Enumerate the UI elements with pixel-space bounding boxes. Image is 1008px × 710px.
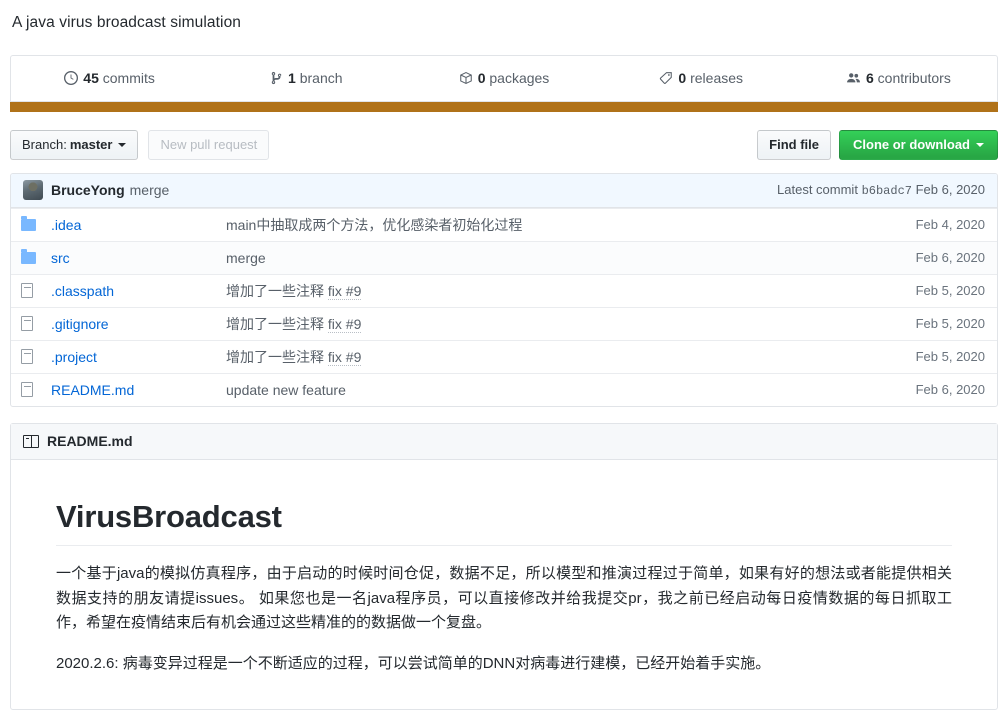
file-date: Feb 5, 2020 <box>915 283 985 299</box>
history-icon <box>64 70 79 88</box>
file-commit-message-text: update new feature <box>226 381 346 398</box>
stat-contributors-count: 6 <box>865 69 874 86</box>
table-row[interactable]: .classpath 增加了一些注释 fix #9 Feb 5, 2020 <box>11 273 997 307</box>
file-commit-message[interactable]: 增加了一些注释 fix #9 <box>226 281 865 301</box>
file-listing: BruceYong merge Latest commit b6badc7 Fe… <box>10 172 998 407</box>
issue-link[interactable]: fix #9 <box>327 348 362 366</box>
file-name[interactable]: src <box>51 250 226 266</box>
contributors-icon <box>846 71 861 88</box>
stat-packages-count: 0 <box>477 69 486 86</box>
table-row[interactable]: src merge Feb 6, 2020 <box>11 240 997 274</box>
file-commit-message[interactable]: 增加了一些注释 fix #9 <box>226 347 865 367</box>
table-row[interactable]: README.md update new feature Feb 6, 2020 <box>11 372 997 406</box>
stat-commits[interactable]: 45 commits <box>11 56 208 101</box>
readme-panel: README.md VirusBroadcast 一个基于java的模拟仿真程序… <box>10 422 998 710</box>
file-commit-message-text: merge <box>226 249 266 266</box>
readme-content: VirusBroadcast 一个基于java的模拟仿真程序，由于启动的时候时间… <box>11 460 997 709</box>
tag-icon <box>659 71 673 88</box>
file-commit-message-text: 增加了一些注释 <box>226 315 324 332</box>
commit-sha[interactable]: b6badc7 <box>862 184 912 198</box>
stat-releases-count: 0 <box>678 69 687 86</box>
language-bar <box>10 101 998 112</box>
repo-description: A java virus broadcast simulation <box>12 14 242 31</box>
stat-releases[interactable]: 0 releases <box>603 56 800 101</box>
find-file-button[interactable]: Find file <box>757 129 831 160</box>
stat-commits-count: 45 <box>83 69 99 86</box>
branch-name-label: master <box>69 137 113 153</box>
readme-header: README.md <box>11 423 997 460</box>
book-icon <box>23 434 39 448</box>
stat-releases-label: releases <box>690 69 744 86</box>
clone-or-download-label: Clone or download <box>853 137 970 153</box>
file-date: Feb 5, 2020 <box>915 316 985 332</box>
readme-paragraph-1: 一个基于java的模拟仿真程序，由于启动的时候时间仓促，数据不足，所以模型和推演… <box>56 565 952 632</box>
readme-paragraph-2: 2020.2.6: 病毒变异过程是一个不断适应的过程，可以尝试简单的DNN对病毒… <box>56 655 771 673</box>
stat-commits-label: commits <box>102 69 155 86</box>
file-commit-message[interactable]: 增加了一些注释 fix #9 <box>226 314 865 334</box>
file-date: Feb 6, 2020 <box>915 250 985 266</box>
language-segment-java[interactable] <box>10 101 998 112</box>
repo-stats-list: 45 commits 1 branch 0 packages 0 release… <box>11 56 997 101</box>
file-date: Feb 5, 2020 <box>915 349 985 365</box>
latest-commit-info: Latest commit b6badc7 Feb 6, 2020 <box>777 182 985 198</box>
stat-contributors-label: contributors <box>877 69 951 86</box>
file-date: Feb 4, 2020 <box>915 217 985 233</box>
commit-message[interactable]: merge <box>130 182 170 198</box>
file-date: Feb 6, 2020 <box>915 382 985 398</box>
stat-branches-label: branch <box>299 69 343 86</box>
repo-toolbar: Branch: master New pull request Find fil… <box>10 129 998 160</box>
table-row[interactable]: .project 增加了一些注释 fix #9 Feb 5, 2020 <box>11 339 997 373</box>
stat-branches-count: 1 <box>288 69 296 86</box>
file-name[interactable]: .project <box>51 349 226 365</box>
file-commit-message-text: main中抽取成两个方法，优化感染者初始化过程 <box>226 216 523 233</box>
file-icon <box>11 349 51 365</box>
file-commit-message[interactable]: update new feature <box>226 382 865 398</box>
issue-link[interactable]: fix #9 <box>327 315 362 333</box>
stat-contributors[interactable]: 6 contributors <box>800 56 997 101</box>
file-name[interactable]: .idea <box>51 217 226 233</box>
file-icon <box>11 382 51 398</box>
file-name[interactable]: README.md <box>51 382 226 398</box>
branch-prefix-label: Branch: <box>22 137 67 153</box>
folder-icon <box>11 215 51 231</box>
latest-commit-label: Latest commit <box>777 182 858 198</box>
readme-title: VirusBroadcast <box>56 498 952 547</box>
new-pull-request-button[interactable]: New pull request <box>148 129 270 160</box>
file-icon <box>11 316 51 332</box>
chevron-down-icon <box>118 142 127 147</box>
file-icon <box>11 283 51 299</box>
file-name[interactable]: .gitignore <box>51 316 226 332</box>
readme-header-label: README.md <box>47 433 133 450</box>
stat-packages[interactable]: 0 packages <box>405 56 602 101</box>
file-name[interactable]: .classpath <box>51 283 226 299</box>
commit-author[interactable]: BruceYong <box>51 182 125 198</box>
latest-commit-bar: BruceYong merge Latest commit b6badc7 Fe… <box>11 173 997 208</box>
repo-stats-bar: 45 commits 1 branch 0 packages 0 release… <box>10 54 998 102</box>
stat-packages-label: packages <box>489 69 550 86</box>
branch-icon <box>271 71 283 88</box>
file-commit-message[interactable]: main中抽取成两个方法，优化感染者初始化过程 <box>226 215 865 235</box>
stat-branches[interactable]: 1 branch <box>208 56 405 101</box>
avatar <box>23 180 43 201</box>
file-commit-message-text: 增加了一些注释 <box>226 282 324 299</box>
file-commit-message[interactable]: merge <box>226 250 865 266</box>
table-row[interactable]: .gitignore 增加了一些注释 fix #9 Feb 5, 2020 <box>11 306 997 340</box>
table-row[interactable]: .idea main中抽取成两个方法，优化感染者初始化过程 Feb 4, 202… <box>11 207 997 241</box>
issue-link[interactable]: fix #9 <box>327 282 362 300</box>
file-commit-message-text: 增加了一些注释 <box>226 348 324 365</box>
folder-icon <box>11 248 51 264</box>
chevron-down-icon <box>976 142 984 147</box>
clone-or-download-button[interactable]: Clone or download <box>839 129 998 160</box>
package-icon <box>459 71 473 88</box>
branch-selector-button[interactable]: Branch: master <box>10 129 139 160</box>
commit-date: Feb 6, 2020 <box>915 182 985 198</box>
repository-page: A java virus broadcast simulation 45 com… <box>0 0 1008 710</box>
